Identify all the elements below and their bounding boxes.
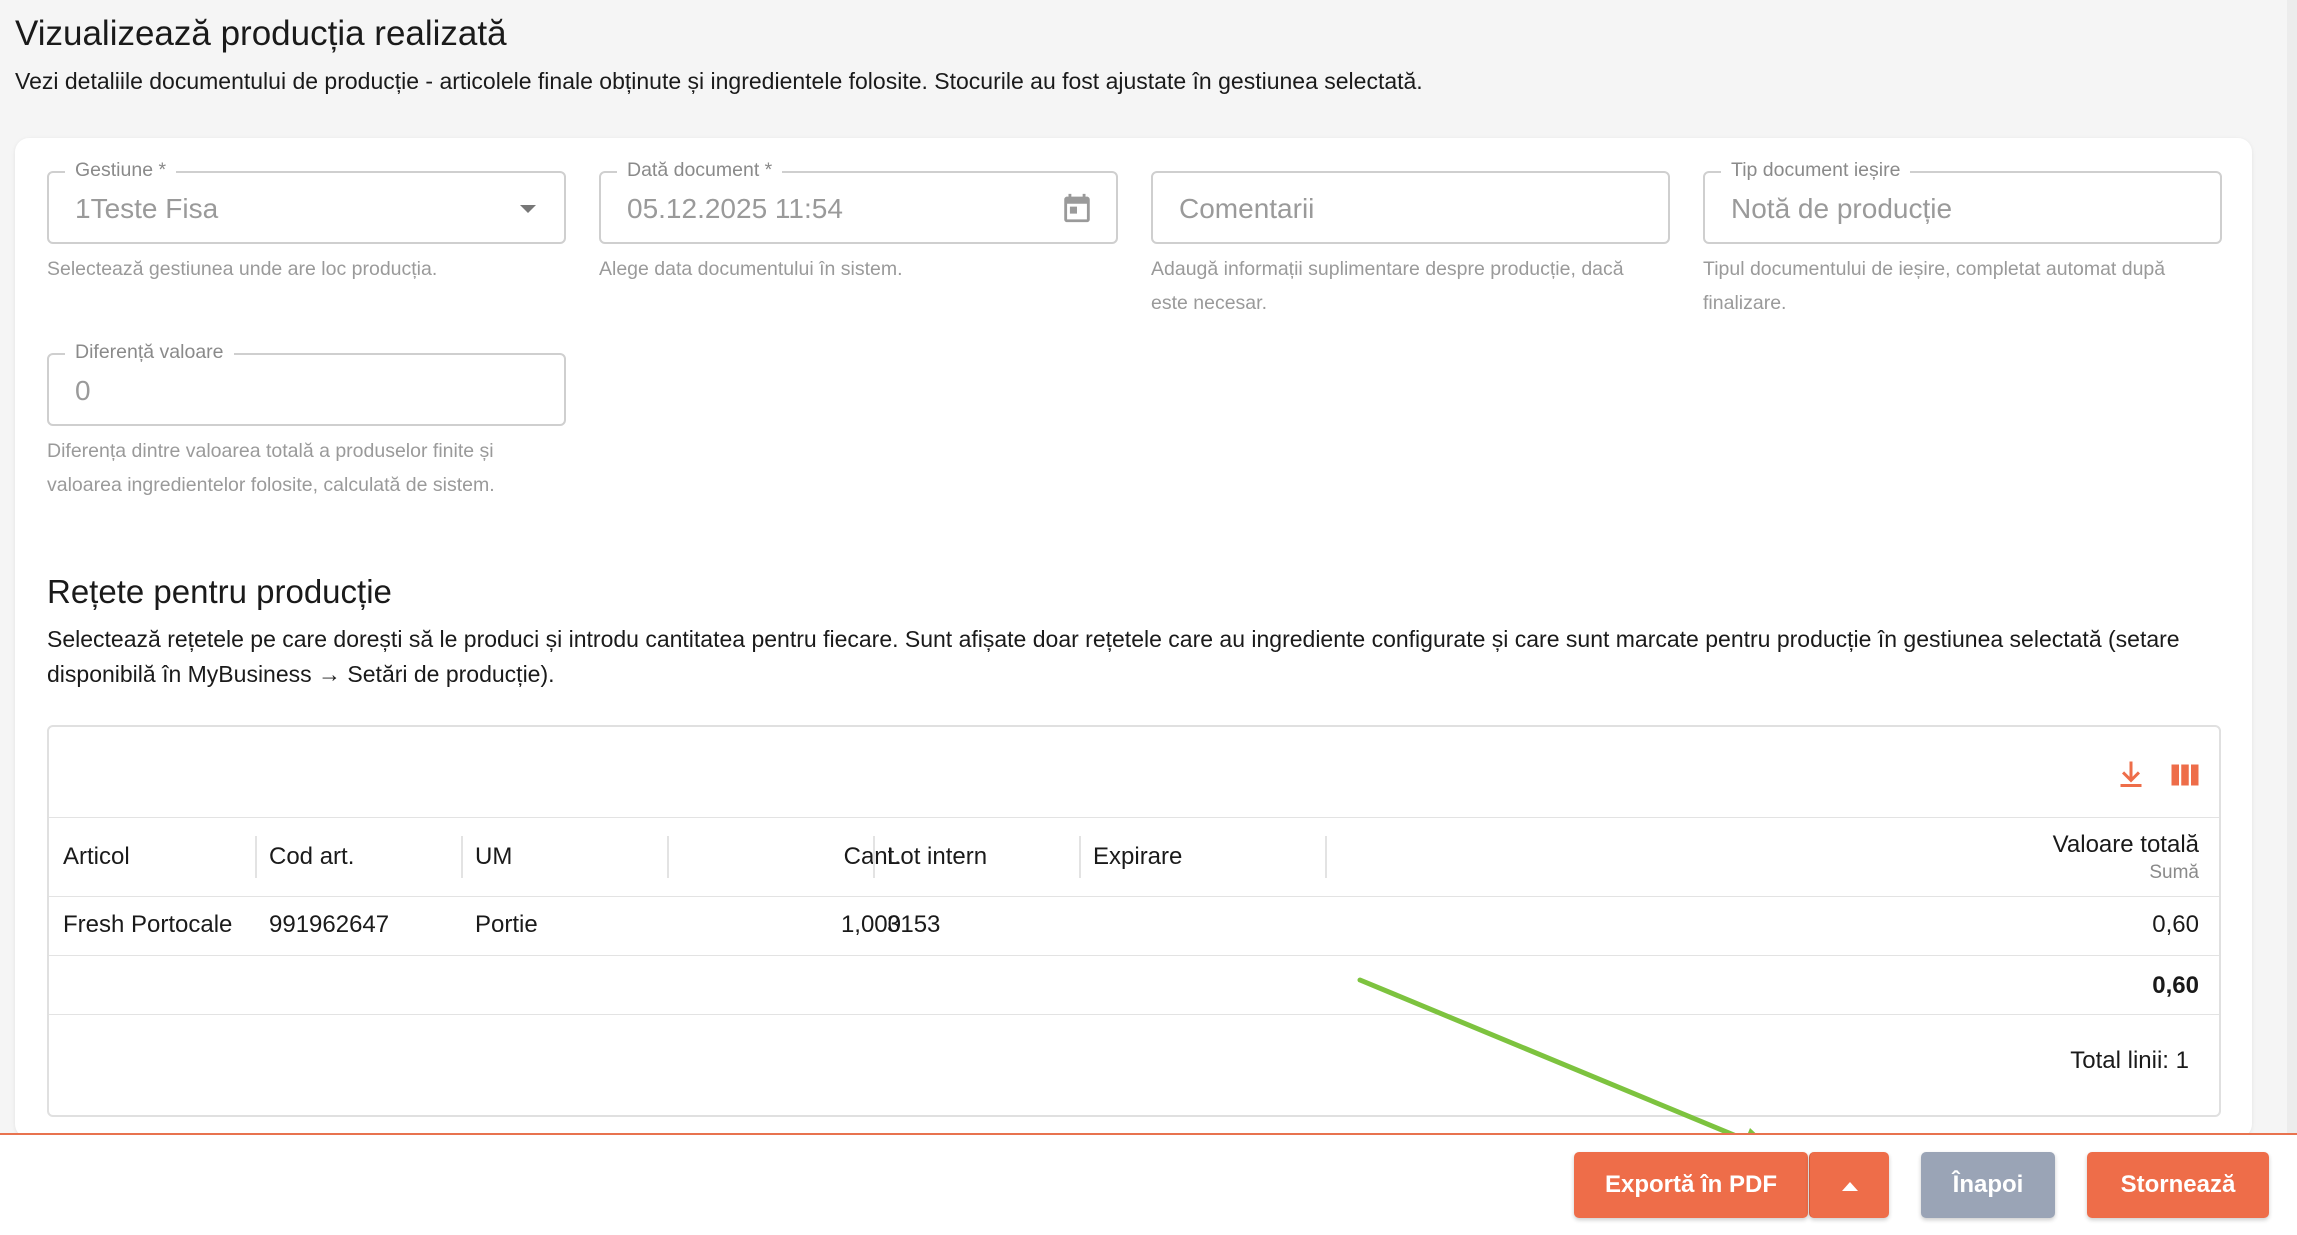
download-icon[interactable] [2113, 757, 2149, 793]
recipes-title: Rețete pentru producție [47, 573, 392, 610]
document-type-helper: Tipul documentului de ieșire, completat … [1703, 258, 2166, 314]
comments-field[interactable]: Comentarii [1151, 171, 1670, 244]
total-lines: Total linii: 1 [2070, 1047, 2189, 1074]
recipes-table: Articol Cod art. UM Cant. Lot intern Exp… [47, 725, 2221, 1117]
value-difference-field[interactable]: Diferență valoare 0 [47, 341, 566, 426]
caret-up-icon [1841, 1182, 1858, 1191]
document-type-field[interactable]: Tip document ieșire Notă de producție [1703, 159, 2222, 244]
calendar-icon[interactable] [1060, 191, 1094, 225]
column-expirare[interactable]: Expirare [1093, 818, 1182, 896]
gestiune-helper: Selectează gestiunea unde are loc produc… [47, 258, 438, 280]
chevron-down-icon[interactable] [520, 205, 536, 213]
reverse-button[interactable]: Stornează [2087, 1152, 2269, 1218]
page-title: Vizualizează producția realizată [15, 14, 507, 53]
date-field[interactable]: Dată document * 05.12.2025 11:54 [599, 159, 1118, 244]
cell-valoare: 0,60 [2152, 911, 2199, 938]
export-menu-button[interactable] [1809, 1152, 1889, 1218]
action-footer: Exportă în PDF Înapoi Stornează [0, 1133, 2297, 1235]
cell-um: Portie [475, 911, 538, 938]
cell-articol: Fresh Portocale [63, 911, 233, 938]
column-lot[interactable]: Lot intern [887, 818, 987, 896]
comments-helper: Adaugă informații suplimentare despre pr… [1151, 258, 1624, 314]
value-difference-label: Diferență valoare [65, 341, 234, 364]
date-label: Dată document * [617, 159, 783, 182]
total-value: 0,60 [2152, 972, 2199, 999]
document-type-value: Notă de producție [1731, 193, 1953, 224]
date-value: 05.12.2025 11:54 [627, 193, 843, 224]
recipes-description: Selectează rețetele pe care dorești să l… [47, 626, 2180, 687]
gestiune-label: Gestiune * [65, 159, 177, 182]
table-total-row: 0,60 [49, 956, 2219, 1015]
cell-lot: 3153 [887, 911, 941, 938]
columns-icon[interactable] [2167, 757, 2203, 793]
column-um[interactable]: UM [475, 818, 512, 896]
production-card: Gestiune * 1Teste Fisa Selectează gestiu… [15, 138, 2252, 1138]
value-difference-value: 0 [75, 375, 91, 406]
comments-placeholder: Comentarii [1179, 193, 1315, 224]
export-pdf-button[interactable]: Exportă în PDF [1574, 1152, 1808, 1218]
column-cod[interactable]: Cod art. [269, 818, 354, 896]
document-type-label: Tip document ieșire [1721, 159, 1911, 182]
table-header: Articol Cod art. UM Cant. Lot intern Exp… [49, 817, 2219, 897]
gestiune-value: 1Teste Fisa [75, 193, 219, 224]
date-helper: Alege data documentului în sistem. [599, 258, 903, 280]
back-button[interactable]: Înapoi [1921, 1152, 2055, 1218]
gestiune-select[interactable]: Gestiune * 1Teste Fisa [47, 159, 566, 244]
value-difference-helper: Diferența dintre valoarea totală a produ… [47, 440, 495, 496]
column-articol[interactable]: Articol [63, 818, 130, 896]
scrollbar[interactable] [2287, 0, 2297, 1133]
page-description: Vezi detaliile documentului de producție… [15, 68, 1423, 94]
cell-cod: 991962647 [269, 911, 390, 938]
table-row[interactable]: Fresh Portocale 991962647 Portie 1,000 3… [49, 895, 2219, 956]
